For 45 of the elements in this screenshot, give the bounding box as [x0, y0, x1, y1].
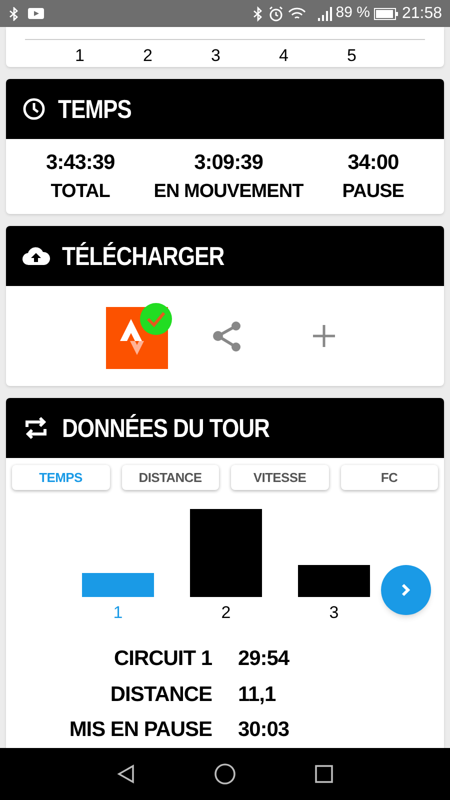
battery-percent: 89 % — [336, 3, 370, 24]
share-icon — [212, 320, 242, 352]
stat-label: EN MOUVEMENT — [154, 180, 304, 204]
next-button[interactable] — [381, 565, 431, 615]
back-icon[interactable] — [116, 764, 136, 784]
card-title: DONNÉES DU TOUR — [62, 412, 270, 444]
clock-time: 21:58 — [402, 4, 442, 24]
recents-icon[interactable] — [314, 764, 334, 784]
bluetooth-icon — [252, 6, 264, 22]
bar-label: 2 — [221, 602, 231, 624]
wifi-icon — [288, 6, 306, 20]
clock-icon — [22, 97, 46, 121]
detail-value: 11,1 — [238, 682, 277, 708]
card-title: TEMPS — [58, 92, 132, 126]
axis-label: 1 — [75, 45, 86, 67]
detail-label: DISTANCE — [109, 682, 212, 708]
stat-label: PAUSE — [342, 180, 404, 204]
detail-value: 30:03 — [238, 717, 290, 743]
stat-value: 34:00 — [348, 150, 399, 176]
stat-label: TOTAL — [50, 180, 110, 204]
home-icon[interactable] — [214, 763, 236, 785]
bar-label: 1 — [113, 602, 123, 624]
detail-label: MIS EN PAUSE — [68, 717, 212, 743]
lap-bar[interactable] — [82, 572, 154, 596]
video-icon — [28, 8, 44, 19]
axis-label: 2 — [143, 45, 154, 67]
bluetooth-icon — [8, 6, 20, 20]
stat-value: 3:43:39 — [46, 150, 115, 176]
stat-value: 3:09:39 — [194, 150, 263, 176]
metric-tab[interactable]: DISTANCE — [122, 465, 219, 490]
chevron-right-icon — [401, 583, 411, 597]
alarm-icon — [268, 6, 284, 22]
axis-label: 3 — [211, 45, 222, 67]
signal-icon — [318, 6, 334, 20]
detail-value: 29:54 — [238, 646, 290, 672]
bar-label: 3 — [329, 602, 339, 624]
axis-label: 5 — [347, 45, 358, 67]
battery-icon — [374, 8, 398, 20]
metric-tab[interactable]: FC — [340, 465, 438, 490]
axis-label: 4 — [279, 45, 290, 67]
add-icon[interactable] — [312, 324, 336, 348]
cloud-upload-icon — [22, 245, 50, 267]
card-title: TÉLÉCHARGER — [62, 240, 224, 272]
metric-tab[interactable]: VITESSE — [231, 465, 328, 490]
detail-label: CIRCUIT 1 — [113, 646, 212, 672]
